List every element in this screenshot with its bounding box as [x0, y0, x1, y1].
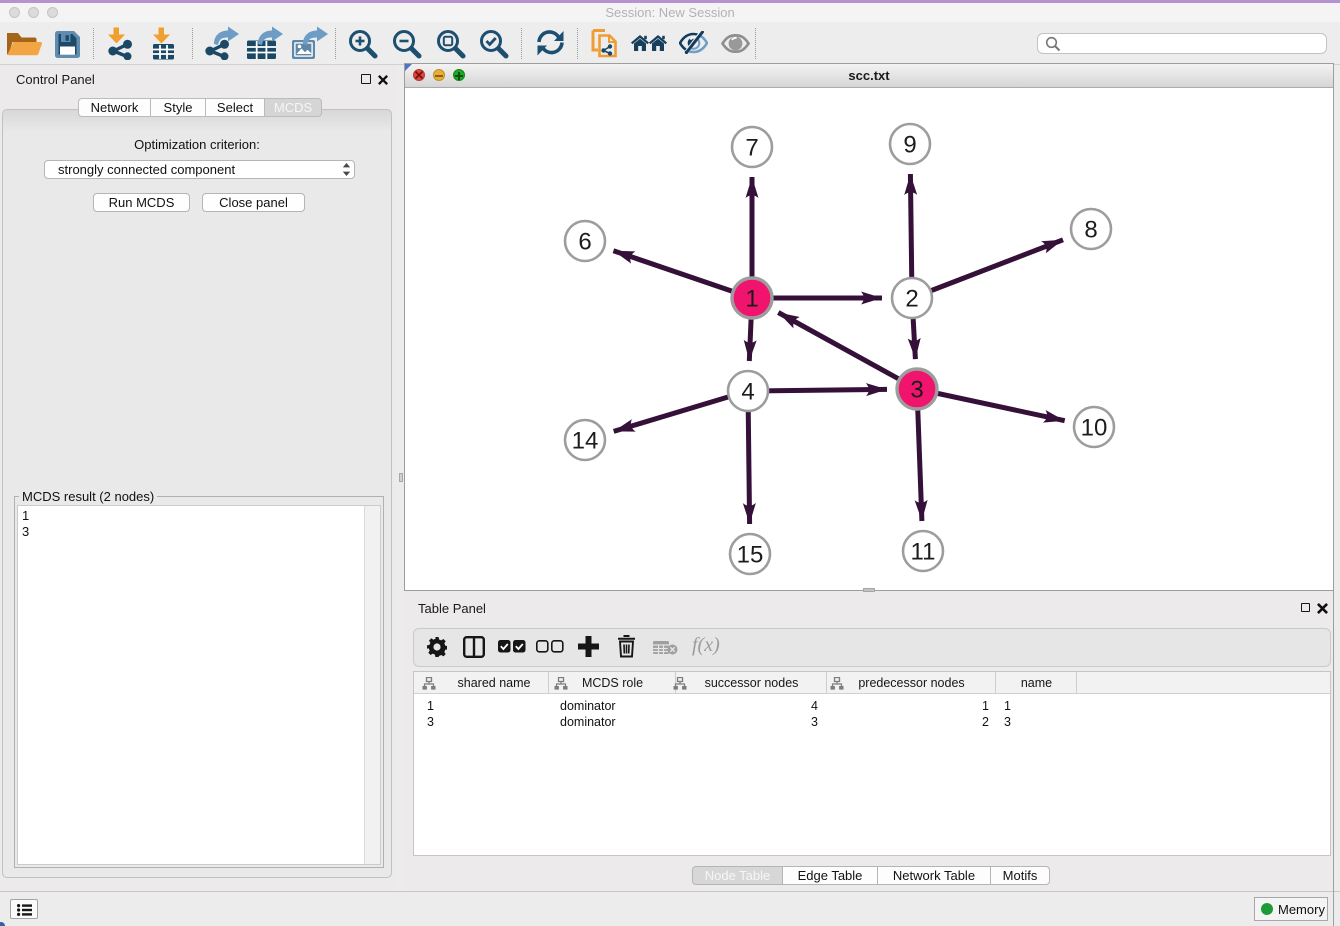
svg-text:2: 2 [905, 286, 918, 313]
svg-text:7: 7 [745, 135, 758, 162]
svg-text:14: 14 [572, 428, 599, 455]
svg-text:1: 1 [745, 286, 758, 313]
svg-text:3: 3 [910, 377, 923, 404]
svg-text:4: 4 [741, 379, 754, 406]
svg-text:9: 9 [903, 132, 916, 159]
svg-text:11: 11 [911, 539, 936, 566]
svg-text:6: 6 [578, 229, 591, 256]
svg-text:15: 15 [737, 542, 764, 569]
svg-text:8: 8 [1084, 217, 1097, 244]
svg-text:10: 10 [1081, 415, 1108, 442]
